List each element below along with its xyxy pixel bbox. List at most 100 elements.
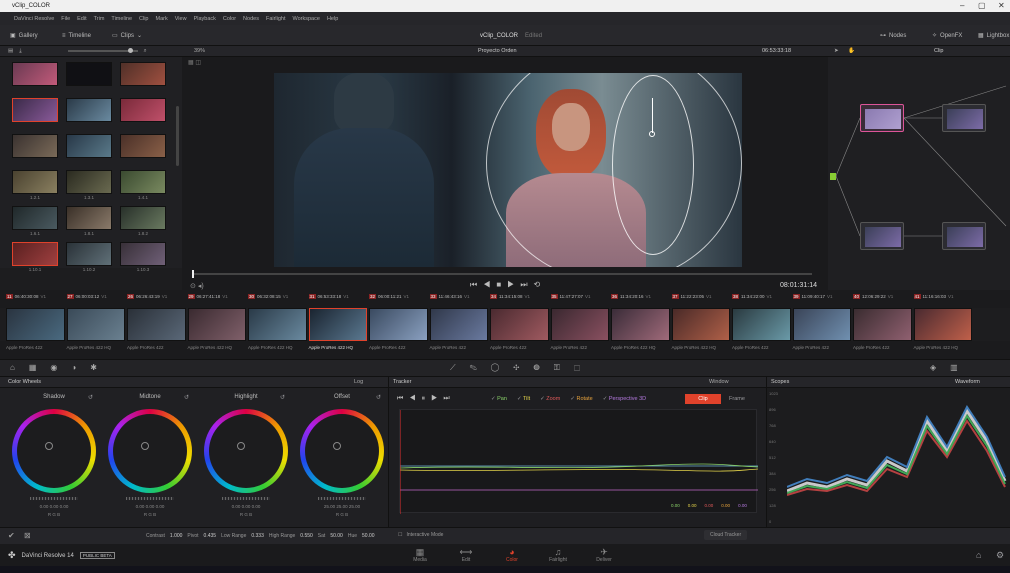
qualifier-icon[interactable]: ✎ [470,363,491,372]
home-icon[interactable]: ⌂ [976,550,981,560]
zoom-option[interactable]: ✓ Zoom [540,396,560,402]
master-wheel-slider[interactable] [30,497,78,500]
grid-icon[interactable]: ▦ [188,60,194,66]
timeline-clip[interactable] [127,308,186,341]
high-range-value[interactable]: 0.550 [300,533,313,539]
stop-icon[interactable]: ■ [496,280,507,289]
media-scrollbar[interactable] [176,106,179,166]
media-clip-thumbnail[interactable] [12,206,58,230]
volume-icon[interactable]: ◂) [198,283,204,290]
settings-icon[interactable]: ⚙ [996,550,1004,561]
sat-value[interactable]: 50.00 [330,533,343,539]
media-clip-thumbnail[interactable] [66,242,112,266]
menu-item-6[interactable]: Mark [156,16,168,22]
video-frame[interactable] [274,73,742,267]
media-clip-thumbnail[interactable] [120,134,166,158]
scopes-icon[interactable]: ▥ [950,363,972,372]
pan-option[interactable]: ✓ Pan [491,396,507,402]
timeline-clip[interactable] [792,308,851,341]
color-wheels-icon[interactable]: ◉ [50,363,71,372]
rotate-option[interactable]: ✓ Rotate [570,396,592,402]
reverse-icon[interactable]: ◀ [483,280,496,289]
media-clip-thumbnail[interactable] [120,62,166,86]
media-clip-thumbnail[interactable] [120,170,166,194]
power-window-outer[interactable] [486,73,742,267]
media-clip-thumbnail[interactable] [12,98,58,122]
wheel-center-handle[interactable] [333,442,341,450]
timeline-clip-header-item[interactable]: 38 11:34:22:00 V1 [732,294,772,299]
contrast-value[interactable]: 1.000 [170,533,183,539]
menu-item-11[interactable]: Fairlight [266,16,286,22]
wheel-reset-icon[interactable]: ↺ [376,394,381,401]
nodes-button[interactable]: ⊶ Nodes [880,29,906,42]
node-1[interactable] [860,104,904,132]
skip-forward-icon[interactable]: ⏭ [520,280,533,289]
reset-icon[interactable]: ⊠ [24,531,31,540]
timeline-clip-header-item[interactable]: 26 06:26:43:19 V1 [127,294,167,299]
timeline-clip[interactable] [611,308,670,341]
timeline-clip[interactable] [550,308,609,341]
timeline-clip-header-item[interactable]: 34 11:34:15:08 V1 [490,294,530,299]
timeline-clip-header-item[interactable]: 40 12:06:29:22 V1 [853,294,893,299]
clips-button[interactable]: ▭ Clips ⌄ [112,29,142,42]
frame-mode-button[interactable]: Frame [729,396,745,402]
menu-item-10[interactable]: Nodes [243,16,259,22]
viewer-scrubber[interactable] [192,270,812,278]
timeline-clip-header-item[interactable]: 41 11:16:16:03 V1 [913,294,953,299]
node-2[interactable] [942,104,986,132]
media-clip-thumbnail[interactable] [66,134,112,158]
media-clip-thumbnail[interactable] [66,206,112,230]
media-clip-thumbnail[interactable] [120,242,166,266]
timeline-clip-header-item[interactable]: 30 06:32:08:15 V1 [248,294,288,299]
hdr-icon[interactable]: ◑ [71,363,90,372]
menu-item-3[interactable]: Trim [94,16,105,22]
page-tab-fairlight[interactable]: ♫ Fairlight [538,547,578,563]
window-rotation-handle[interactable] [652,98,653,133]
media-clip-thumbnail[interactable] [66,98,112,122]
timeline-clip[interactable] [369,308,428,341]
node-3[interactable] [860,222,904,250]
timeline-clip[interactable] [913,308,972,341]
color-wheel[interactable] [300,409,384,493]
media-clip-thumbnail[interactable] [12,170,58,194]
loop-icon[interactable]: ⊙ [190,283,196,290]
timeline-clip-header-item[interactable]: 37 11:22:23:05 V1 [671,294,711,299]
color-wheel[interactable] [12,409,96,493]
tracker-window-select[interactable]: Window [709,379,729,385]
timeline-clip-header-item[interactable]: 35 11:47:27:07 V1 [550,294,590,299]
page-tab-deliver[interactable]: ✈ Deliver [584,547,624,563]
lightbox-button[interactable]: ▦ Lightbox [978,29,1009,42]
timeline-clip-header-item[interactable]: 11 06:40:30:08 V1 [6,294,46,299]
timeline-clip[interactable] [853,308,912,341]
menu-item-7[interactable]: View [175,16,187,22]
wheel-values[interactable]: 0.00 0.00 0.00 [108,504,192,509]
step-forward-icon[interactable]: ⏭ [443,395,455,402]
keyframe-icon[interactable]: ◈ [930,363,950,372]
timeline-clip[interactable] [732,308,791,341]
page-tab-color[interactable]: ◕ Color [492,547,532,563]
skip-back-icon[interactable]: ⏮ [470,280,483,289]
media-clip-thumbnail[interactable] [66,170,112,194]
wheel-reset-icon[interactable]: ↺ [184,394,189,401]
wheel-reset-icon[interactable]: ↺ [88,394,93,401]
timeline-clip-header-item[interactable]: 36 11:34:20:16 V1 [611,294,651,299]
page-tab-media[interactable]: ▦ Media [400,547,440,563]
scrubber-playhead[interactable] [192,270,194,278]
key-icon[interactable]: ⚿ [554,363,574,372]
checkbox-icon[interactable]: ☐ [398,532,402,538]
import-icon[interactable]: ⤓ [19,48,21,55]
master-wheel-slider[interactable] [222,497,270,500]
sizing-icon[interactable]: ⬚ [574,363,594,372]
wheel-values[interactable]: 0.00 0.00 0.00 [204,504,288,509]
perspective-option[interactable]: ✓ Perspective 3D [603,396,646,402]
loop-playback-icon[interactable]: ⟲ [534,280,547,289]
low-range-value[interactable]: 0.333 [251,533,264,539]
menu-item-5[interactable]: Clip [139,16,148,22]
wheel-values[interactable]: 0.00 0.00 0.00 [12,504,96,509]
timeline-clip[interactable] [6,308,65,341]
media-clip-thumbnail[interactable] [12,62,58,86]
motion-icon[interactable]: ✱ [90,363,111,372]
thumbnail-size-slider[interactable] [67,48,138,53]
menu-item-13[interactable]: Help [327,16,338,22]
menu-item-2[interactable]: Edit [77,16,86,22]
